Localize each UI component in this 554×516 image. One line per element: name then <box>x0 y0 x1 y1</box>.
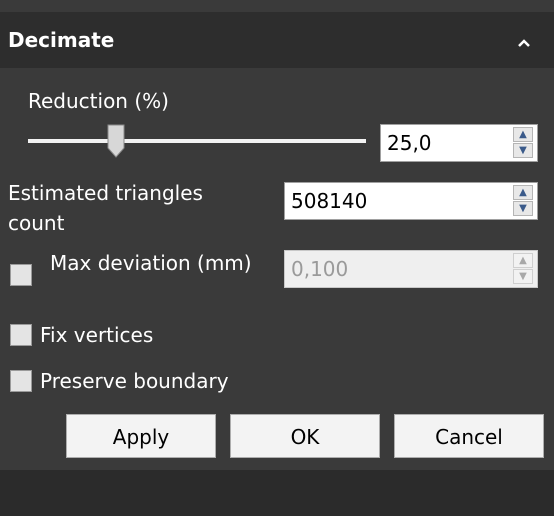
triangles-label-line1: Estimated triangles <box>8 181 203 205</box>
chevron-up-icon[interactable] <box>512 28 536 52</box>
triangles-increment-icon[interactable]: ▲ <box>513 185 533 200</box>
preserve-boundary-checkbox[interactable] <box>10 370 32 392</box>
triangles-label-line2: count <box>8 211 65 235</box>
apply-button[interactable]: Apply <box>66 414 216 458</box>
cancel-button[interactable]: Cancel <box>394 414 544 458</box>
preserve-boundary-label: Preserve boundary <box>40 369 229 393</box>
reduction-slider[interactable] <box>28 124 366 158</box>
panel-header[interactable]: Decimate <box>0 12 554 68</box>
triangles-input[interactable] <box>285 183 509 219</box>
triangles-spinbox[interactable]: ▲ ▼ <box>284 182 538 220</box>
max-deviation-label: Max deviation (mm) <box>50 251 252 275</box>
ok-button[interactable]: OK <box>230 414 380 458</box>
reduction-input[interactable] <box>381 125 509 161</box>
panel-title: Decimate <box>8 28 115 52</box>
decimate-panel: Decimate Reduction (%) ▲ ▼ Estimated tri… <box>0 0 554 516</box>
slider-track <box>28 139 366 143</box>
fix-vertices-checkbox[interactable] <box>10 324 32 346</box>
max-deviation-checkbox[interactable] <box>10 264 32 286</box>
max-deviation-increment-icon[interactable]: ▲ <box>513 253 533 268</box>
max-deviation-decrement-icon[interactable]: ▼ <box>513 269 533 284</box>
reduction-label: Reduction (%) <box>28 89 169 113</box>
max-deviation-input[interactable] <box>285 251 509 287</box>
reduction-spinbox[interactable]: ▲ ▼ <box>380 124 538 162</box>
panel-footer <box>0 470 554 516</box>
triangles-decrement-icon[interactable]: ▼ <box>513 201 533 216</box>
max-deviation-spinbox[interactable]: ▲ ▼ <box>284 250 538 288</box>
reduction-increment-icon[interactable]: ▲ <box>513 127 533 142</box>
fix-vertices-label: Fix vertices <box>40 323 154 347</box>
reduction-decrement-icon[interactable]: ▼ <box>513 143 533 158</box>
